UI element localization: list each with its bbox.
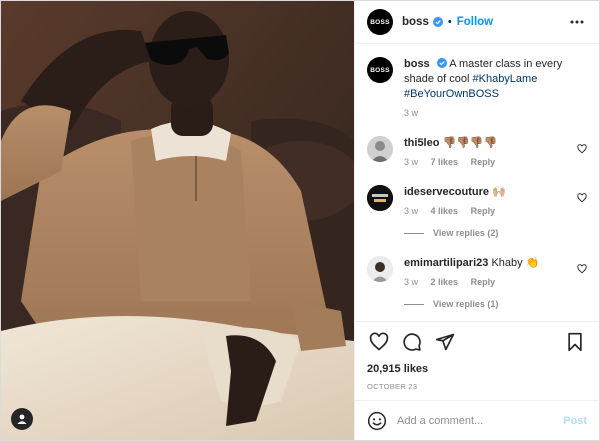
reply-button[interactable]: Reply bbox=[471, 277, 496, 287]
comment-message: 🙌🏼 bbox=[492, 186, 506, 198]
comment-username[interactable]: emimartilipari23 bbox=[404, 257, 488, 269]
comment-likes[interactable]: 4 likes bbox=[431, 206, 459, 216]
comment-likes[interactable]: 2 likes bbox=[431, 277, 459, 287]
comment-body: thi5leo 👎🏽👎🏽👎🏽👎🏽 3 w 7 likes Reply bbox=[404, 136, 587, 167]
commenter-avatar[interactable] bbox=[367, 185, 393, 211]
view-replies-label[interactable]: View replies (1) bbox=[433, 299, 498, 309]
post-comment-button[interactable]: Post bbox=[563, 415, 587, 427]
more-icon bbox=[570, 20, 584, 24]
post-date[interactable]: OCTOBER 23 bbox=[367, 382, 587, 391]
heart-icon[interactable] bbox=[577, 144, 587, 154]
verified-icon bbox=[436, 58, 447, 68]
user-tag-icon bbox=[17, 414, 27, 424]
comment-username[interactable]: thi5leo bbox=[404, 137, 439, 149]
comment-likes[interactable]: 7 likes bbox=[431, 157, 459, 167]
comment-icon bbox=[403, 333, 421, 351]
comment-username[interactable]: ideservecouture bbox=[404, 186, 489, 198]
caption-avatar[interactable]: BOSS bbox=[367, 57, 393, 83]
instagram-post: BOSS boss • Follow BOSS boss A master cl… bbox=[0, 0, 600, 441]
caption: BOSS boss A master class in every shade … bbox=[367, 57, 587, 118]
commenter-photo bbox=[367, 185, 393, 211]
comment-meta: 3 w 2 likes Reply bbox=[404, 277, 567, 287]
commenter-avatar[interactable] bbox=[367, 256, 393, 282]
commenter-avatar[interactable] bbox=[367, 136, 393, 162]
commenter-photo bbox=[367, 256, 393, 282]
post-header: BOSS boss • Follow bbox=[355, 1, 599, 44]
share-button[interactable] bbox=[433, 330, 457, 354]
heart-icon[interactable] bbox=[577, 193, 587, 203]
comment-input[interactable] bbox=[397, 414, 564, 427]
commenter-photo bbox=[367, 136, 393, 162]
caption-body: boss A master class in every shade of co… bbox=[404, 57, 587, 118]
post-sidebar: BOSS boss • Follow BOSS boss A master cl… bbox=[354, 1, 599, 440]
comment-item: thi5leo 👎🏽👎🏽👎🏽👎🏽 3 w 7 likes Reply bbox=[367, 136, 587, 167]
like-count[interactable]: 20,915 likes bbox=[367, 363, 587, 375]
replies-divider bbox=[404, 303, 424, 305]
heart-icon[interactable] bbox=[577, 264, 587, 274]
more-options-button[interactable] bbox=[567, 12, 587, 32]
verified-icon bbox=[432, 17, 443, 27]
comment-button[interactable] bbox=[400, 330, 424, 354]
separator-dot: • bbox=[447, 16, 452, 28]
author-avatar[interactable]: BOSS bbox=[367, 9, 393, 35]
action-icons bbox=[367, 330, 587, 354]
comments-list[interactable]: BOSS boss A master class in every shade … bbox=[355, 45, 599, 321]
comment-body: emimartilipari23 Khaby 👏 3 w 2 likes Rep… bbox=[404, 256, 587, 287]
comment-text: thi5leo 👎🏽👎🏽👎🏽👎🏽 bbox=[404, 136, 567, 151]
caption-username[interactable]: boss bbox=[404, 58, 430, 70]
reply-button[interactable]: Reply bbox=[471, 206, 496, 216]
comment-time[interactable]: 3 w bbox=[404, 206, 418, 216]
action-bar: 20,915 likes OCTOBER 23 bbox=[355, 321, 599, 391]
view-replies-button[interactable]: View replies (2) bbox=[367, 228, 587, 238]
bookmark-icon bbox=[568, 332, 582, 352]
post-photo[interactable] bbox=[1, 1, 354, 440]
comment-body: ideservecouture 🙌🏼 3 w 4 likes Reply bbox=[404, 185, 587, 216]
caption-text: boss A master class in every shade of co… bbox=[404, 57, 567, 102]
photo-illustration bbox=[1, 1, 354, 440]
comment-item: emimartilipari23 Khaby 👏 3 w 2 likes Rep… bbox=[367, 256, 587, 287]
like-button[interactable] bbox=[367, 330, 391, 354]
view-replies-label[interactable]: View replies (2) bbox=[433, 228, 498, 238]
author-username[interactable]: boss bbox=[402, 16, 429, 28]
comment-time[interactable]: 3 w bbox=[404, 157, 418, 167]
user-tag-button[interactable] bbox=[11, 408, 33, 430]
emoji-icon[interactable] bbox=[367, 411, 387, 431]
comment-meta: 3 w 7 likes Reply bbox=[404, 157, 567, 167]
comment-text: ideservecouture 🙌🏼 bbox=[404, 185, 567, 200]
comment-text: emimartilipari23 Khaby 👏 bbox=[404, 256, 567, 271]
comment-item: ideservecouture 🙌🏼 3 w 4 likes Reply bbox=[367, 185, 587, 216]
caption-meta: 3 w bbox=[404, 108, 567, 118]
hashtag-link[interactable]: #KhabyLame bbox=[473, 73, 538, 85]
comment-meta: 3 w 4 likes Reply bbox=[404, 206, 567, 216]
replies-divider bbox=[404, 232, 424, 234]
hashtag-link[interactable]: #BeYourOwnBOSS bbox=[404, 88, 499, 100]
comment-message: 👎🏽👎🏽👎🏽👎🏽 bbox=[442, 137, 498, 149]
comment-time[interactable]: 3 w bbox=[404, 277, 418, 287]
view-replies-button[interactable]: View replies (1) bbox=[367, 299, 587, 309]
add-comment-bar: Post bbox=[355, 400, 599, 440]
caption-time[interactable]: 3 w bbox=[404, 108, 418, 118]
comment-message: Khaby 👏 bbox=[491, 257, 540, 269]
save-button[interactable] bbox=[563, 330, 587, 354]
reply-button[interactable]: Reply bbox=[471, 157, 496, 167]
share-icon bbox=[435, 333, 455, 351]
follow-button[interactable]: Follow bbox=[457, 16, 493, 28]
heart-icon bbox=[369, 332, 389, 351]
